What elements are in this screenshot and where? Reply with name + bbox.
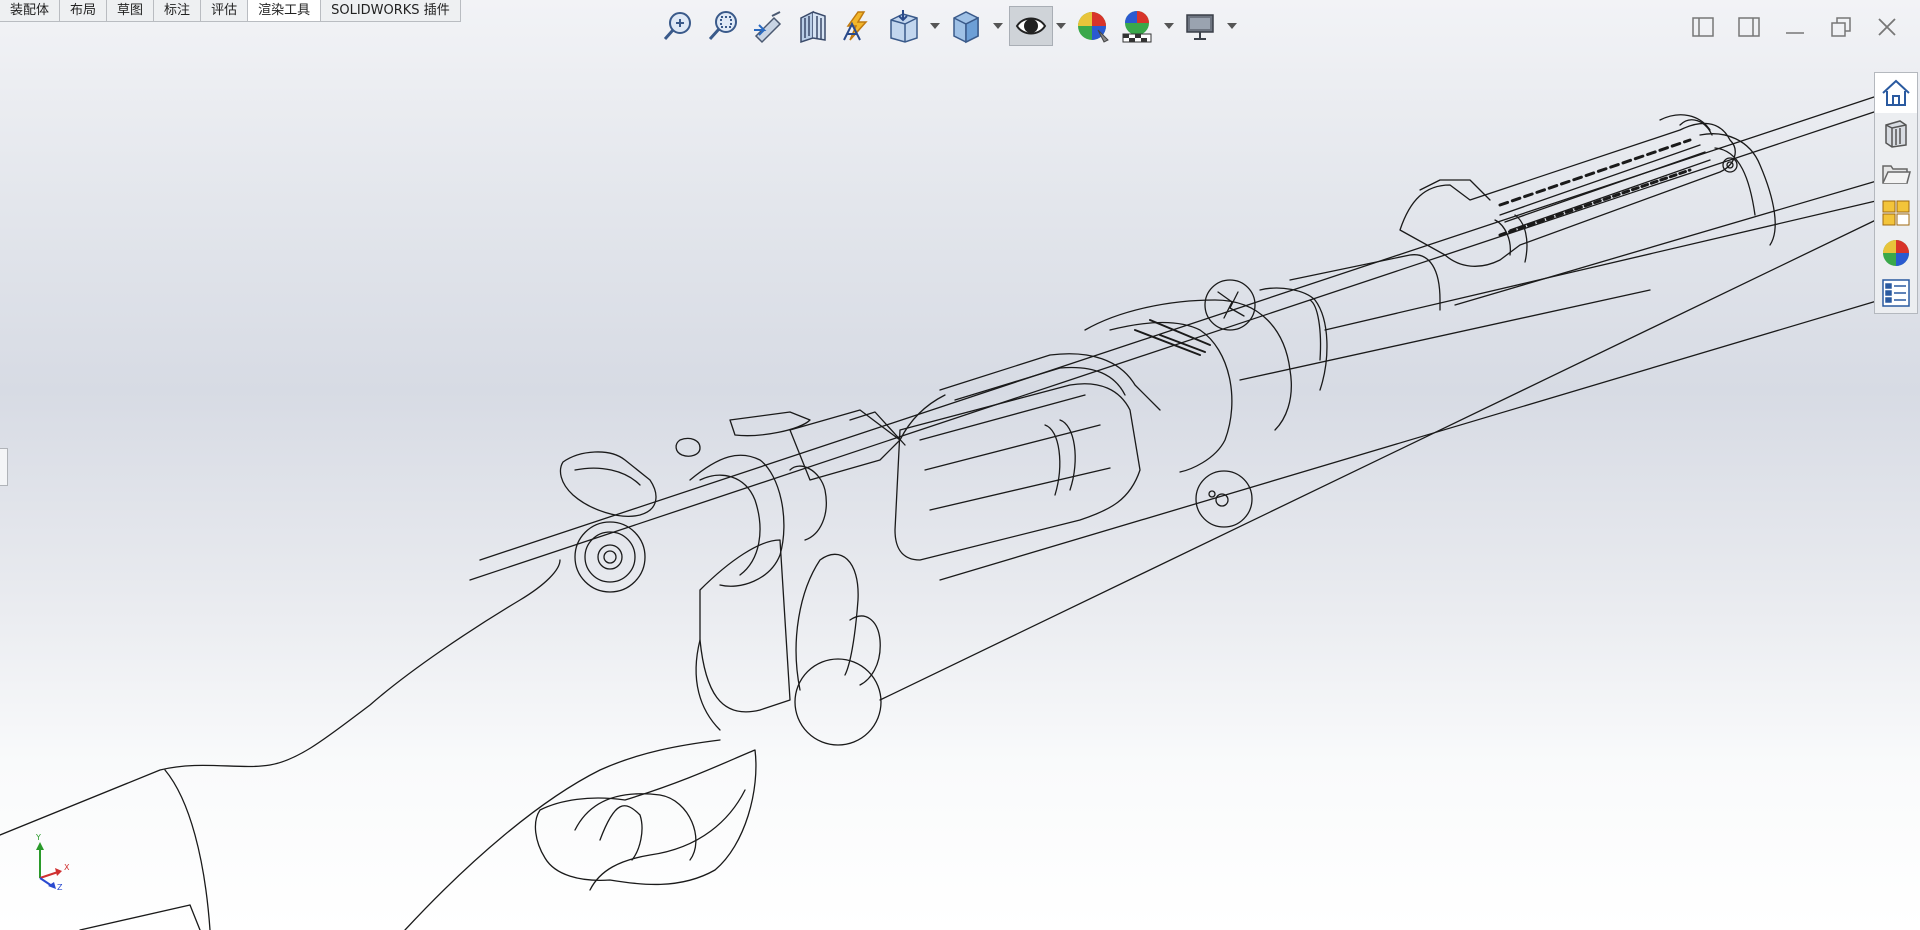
x-axis-arrow: [39, 871, 59, 879]
tile-right-icon[interactable]: [1726, 10, 1772, 44]
tile-left-icon[interactable]: [1680, 10, 1726, 44]
minimize-icon[interactable]: [1772, 10, 1818, 44]
graphics-area[interactable]: [0, 0, 1920, 930]
view-orientation-dropdown-icon[interactable]: [928, 6, 942, 46]
task-pane-tabs: [1874, 72, 1918, 314]
previous-view-icon[interactable]: [748, 6, 788, 46]
edit-appearance-icon[interactable]: [1072, 6, 1112, 46]
feature-manager-collapse-handle[interactable]: [0, 448, 8, 486]
tab-2[interactable]: 草图: [107, 0, 155, 22]
y-axis-head: [36, 842, 44, 850]
view-palette-icon[interactable]: [1875, 193, 1917, 233]
section-view-icon[interactable]: [793, 6, 833, 46]
close-icon[interactable]: [1864, 10, 1910, 44]
tab-6[interactable]: SOLIDWORKS 插件: [321, 0, 461, 22]
hide-show-items-icon[interactable]: [1009, 6, 1053, 46]
rifle-model-wireframe[interactable]: [0, 0, 1920, 930]
design-library-icon[interactable]: [1875, 113, 1917, 153]
display-style-dropdown-icon[interactable]: [991, 6, 1005, 46]
zoom-to-area-icon[interactable]: [703, 6, 743, 46]
command-manager-tabs: 装配体 布局 草图 标注 评估 渲染工具 SOLIDWORKS 插件: [0, 0, 461, 22]
tab-1[interactable]: 布局: [60, 0, 108, 22]
display-style-icon[interactable]: [946, 6, 986, 46]
restore-icon[interactable]: [1818, 10, 1864, 44]
tab-4[interactable]: 评估: [201, 0, 249, 22]
view-settings-icon[interactable]: [1180, 6, 1220, 46]
file-explorer-icon[interactable]: [1875, 153, 1917, 193]
zoom-to-fit-icon[interactable]: [658, 6, 698, 46]
view-orientation-icon[interactable]: [883, 6, 923, 46]
tab-0[interactable]: 装配体: [0, 0, 61, 22]
triad-z-label: Z: [57, 883, 63, 890]
dynamic-annotation-views-icon[interactable]: [838, 6, 878, 46]
apply-scene-icon[interactable]: [1117, 6, 1157, 46]
triad-x-label: X: [64, 863, 70, 872]
reference-triad: Y X Z: [30, 833, 74, 892]
x-axis-head: [55, 868, 62, 876]
solidworks-resources-icon[interactable]: [1875, 73, 1917, 113]
triad-y-label: Y: [35, 834, 41, 842]
tab-5[interactable]: 渲染工具: [248, 0, 322, 22]
appearances-scenes-icon[interactable]: [1875, 233, 1917, 273]
hide-show-items-dropdown-icon[interactable]: [1054, 6, 1068, 46]
reference-triad-axes: Y X Z: [35, 833, 70, 892]
apply-scene-dropdown-icon[interactable]: [1162, 6, 1176, 46]
custom-properties-icon[interactable]: [1875, 273, 1917, 313]
window-controls: [1680, 10, 1910, 44]
view-settings-dropdown-icon[interactable]: [1225, 6, 1239, 46]
heads-up-view-toolbar: [658, 4, 1243, 48]
tab-3[interactable]: 标注: [154, 0, 202, 22]
